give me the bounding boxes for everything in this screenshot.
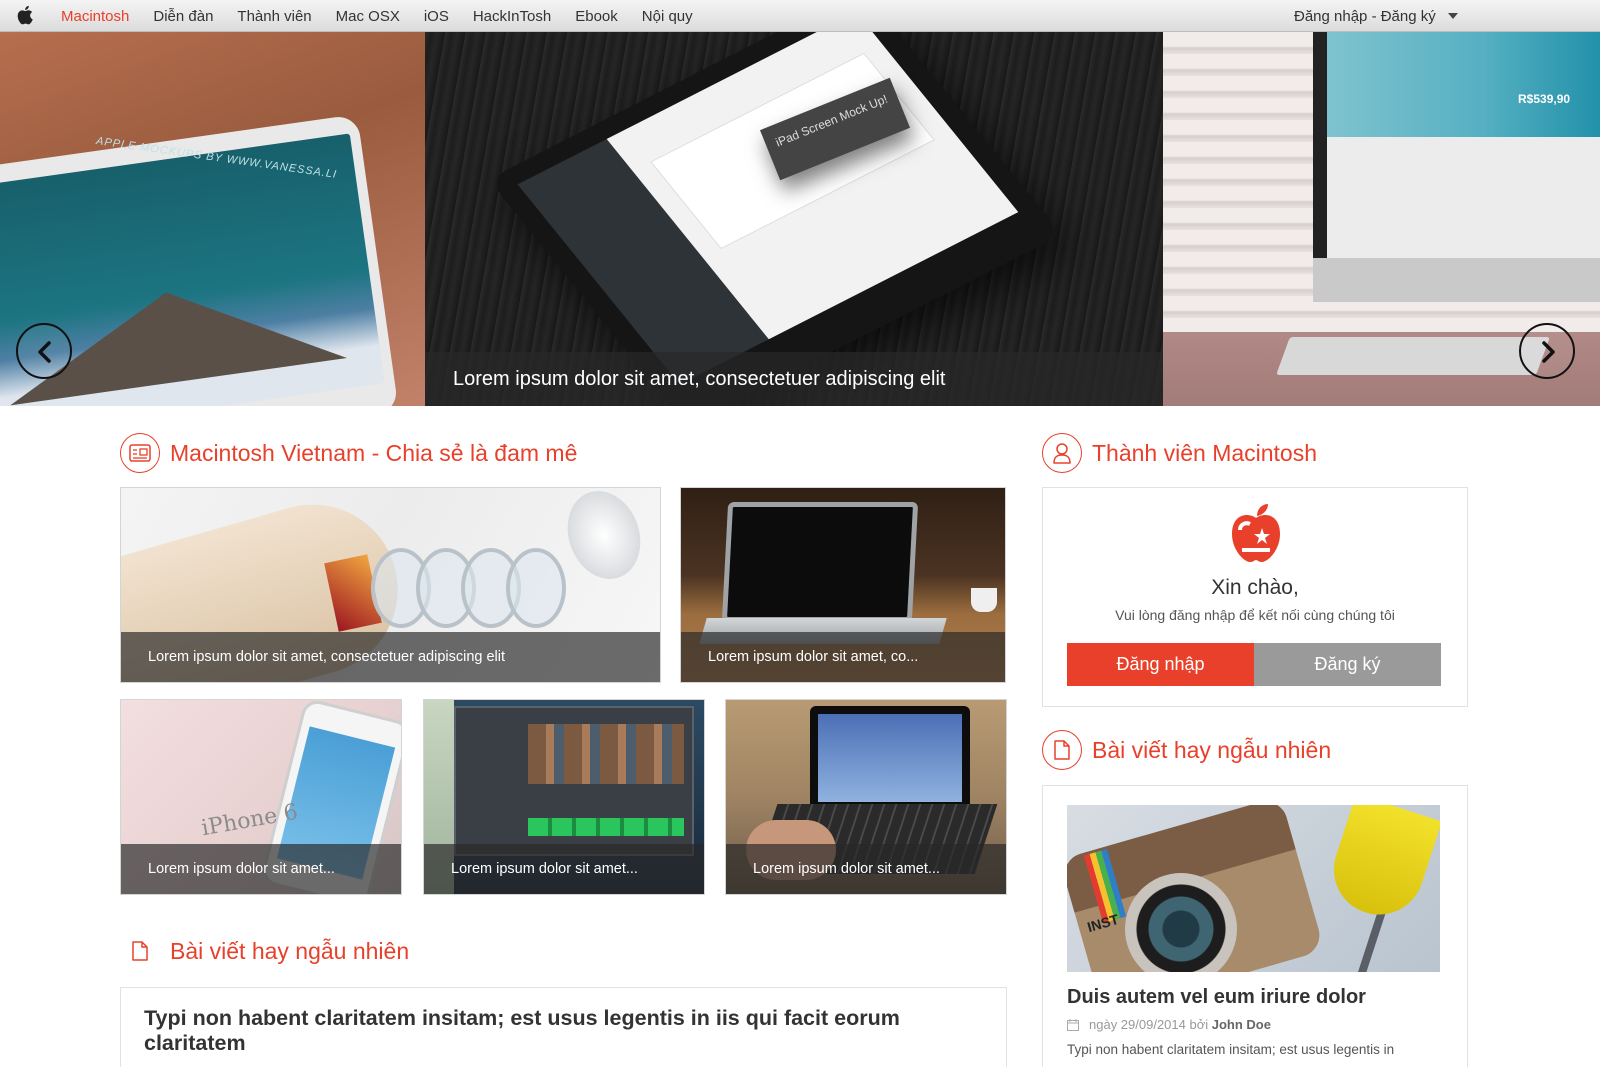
post-tile-caption[interactable]: Lorem ipsum dolor sit amet...: [726, 844, 1006, 894]
nav-item-hackintosh[interactable]: HackInTosh: [473, 8, 551, 25]
timeline-shape: [528, 818, 684, 836]
macbook-screen: [818, 714, 962, 802]
sidebar-random-title: Bài viết hay ngẫu nhiên: [1092, 736, 1332, 763]
macbook-pro-illustration: [810, 706, 970, 810]
article-card[interactable]: Typi non habent claritatem insitam; est …: [120, 987, 1007, 1067]
nav-item-ios[interactable]: iOS: [424, 8, 449, 25]
post-tile[interactable]: iPhone 6 Lorem ipsum dolor sit amet...: [120, 699, 402, 895]
random-section-title: Bài viết hay ngẫu nhiên: [170, 937, 410, 964]
login-register-label: Đăng nhập - Đăng ký: [1294, 7, 1436, 25]
coffee-cup-shape: [971, 588, 997, 612]
nav-item-rules[interactable]: Nội quy: [642, 8, 693, 25]
slide-price-text: R$539,90: [1518, 92, 1571, 106]
top-menu-bar: Macintosh Diễn đàn Thành viên Mac OSX iO…: [0, 0, 1600, 32]
member-section-title: Thành viên Macintosh: [1092, 439, 1318, 466]
calendar-icon: [1067, 1018, 1079, 1031]
caret-down-icon: [1447, 13, 1458, 19]
post-tile-caption[interactable]: Lorem ipsum dolor sit amet, co...: [681, 632, 1005, 682]
post-tile[interactable]: Lorem ipsum dolor sit amet...: [423, 699, 705, 895]
nav-item-macintosh[interactable]: Macintosh: [61, 8, 129, 25]
main-nav: Macintosh Diễn đàn Thành viên Mac OSX iO…: [61, 0, 717, 32]
member-login-box: Xin chào, Vui lòng đăng nhập để kết nối …: [1042, 487, 1468, 707]
slider-caption[interactable]: Lorem ipsum dolor sit amet, consectetuer…: [425, 352, 1163, 406]
lens-element: [506, 548, 566, 628]
imac-banner: [1327, 32, 1600, 137]
login-register-menu[interactable]: Đăng nhập - Đăng ký: [1294, 0, 1458, 32]
post-tile[interactable]: Lorem ipsum dolor sit amet...: [725, 699, 1007, 895]
hero-slider[interactable]: APPLE MOCKUPS BY WWW.VANESSA.LI iPad Scr…: [0, 32, 1600, 406]
nav-item-ebook[interactable]: Ebook: [575, 8, 618, 25]
member-section-heading: Thành viên Macintosh: [1042, 433, 1317, 473]
main-section-title: Macintosh Vietnam - Chia sẻ là đam mê: [170, 439, 578, 466]
random-section-heading: Bài viết hay ngẫu nhiên: [120, 931, 409, 971]
slider-next-button[interactable]: [1519, 323, 1575, 379]
slide-image-center: iPad Screen Mock Up!: [425, 32, 1163, 406]
random-post-date: ngày 29/09/2014 bởi: [1089, 1017, 1209, 1032]
nav-item-forum[interactable]: Diễn đàn: [153, 8, 213, 25]
post-tile[interactable]: Lorem ipsum dolor sit amet, co...: [680, 487, 1006, 683]
slider-prev-button[interactable]: [16, 323, 72, 379]
photo-card-icon: [120, 433, 160, 473]
apple-icon[interactable]: [15, 4, 37, 26]
post-tile-caption[interactable]: Lorem ipsum dolor sit amet...: [424, 844, 704, 894]
macintosh-vietnam-logo: [1232, 504, 1280, 562]
random-post-author[interactable]: John Doe: [1212, 1017, 1271, 1032]
keyboard-shape: [1276, 337, 1550, 375]
thumbnail-grid-shape: [528, 724, 684, 784]
random-post-title[interactable]: Duis autem vel eum iriure dolor: [1067, 986, 1366, 1009]
random-post-image[interactable]: INST: [1067, 805, 1440, 972]
lens-glass-shape: [555, 488, 653, 590]
random-post-excerpt: Typi non habent claritatem insitam; est …: [1067, 1042, 1395, 1057]
macbook-air-illustration: [721, 502, 919, 622]
post-tile-caption[interactable]: Lorem ipsum dolor sit amet, consectetuer…: [121, 632, 660, 682]
greeting-text: Xin chào,: [1211, 576, 1299, 599]
nav-item-members[interactable]: Thành viên: [237, 8, 311, 25]
post-tile-caption[interactable]: Lorem ipsum dolor sit amet...: [121, 844, 401, 894]
trophy-stem-shape: [1354, 905, 1388, 972]
chevron-left-icon: [38, 341, 51, 363]
document-icon: [120, 931, 160, 971]
trophy-shape: [1322, 805, 1440, 927]
user-icon: [1042, 433, 1082, 473]
main-section-heading: Macintosh Vietnam - Chia sẻ là đam mê: [120, 433, 577, 473]
document-icon: [1042, 730, 1082, 770]
app-window-illustration: [454, 706, 694, 856]
register-button[interactable]: Đăng ký: [1254, 643, 1441, 686]
login-button[interactable]: Đăng nhập: [1067, 643, 1254, 686]
imac-chin: [1313, 258, 1600, 302]
random-post-card: INST Duis autem vel eum iriure dolor ngà…: [1042, 785, 1468, 1067]
sidebar-random-heading: Bài viết hay ngẫu nhiên: [1042, 730, 1331, 770]
post-tile[interactable]: Lorem ipsum dolor sit amet, consectetuer…: [120, 487, 661, 683]
ipad-illustration: [488, 32, 1062, 406]
random-post-meta: ngày 29/09/2014 bởi John Doe: [1067, 1017, 1271, 1032]
greeting-subtext: Vui lòng đăng nhập để kết nối cùng chúng…: [1115, 607, 1395, 623]
chevron-right-icon: [1542, 341, 1555, 363]
article-title[interactable]: Typi non habent claritatem insitam; est …: [144, 1006, 984, 1056]
nav-item-mac-osx[interactable]: Mac OSX: [336, 8, 400, 25]
